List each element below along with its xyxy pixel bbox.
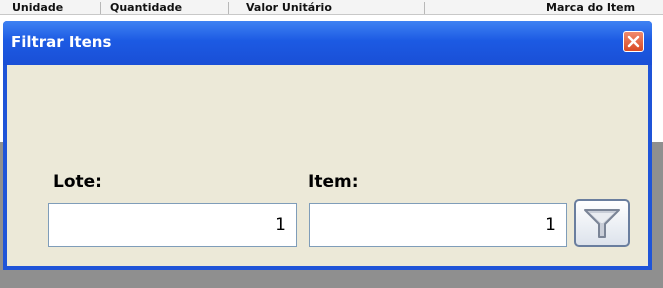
column-header-marca-do-item[interactable]: Marca do Item <box>540 2 663 14</box>
dialog-title: Filtrar Itens <box>11 33 112 51</box>
dialog-body: Lote: Item: 1 1 <box>7 65 648 266</box>
background-table-header: Unidade Quantidade Valor Unitário Marca … <box>0 0 663 15</box>
close-icon <box>627 35 640 48</box>
column-header-unidade[interactable]: Unidade <box>6 2 101 14</box>
filter-items-dialog: Filtrar Itens Lote: Item: 1 1 <box>3 21 652 270</box>
lote-input[interactable]: 1 <box>48 203 297 247</box>
funnel-icon <box>584 209 620 238</box>
lote-label: Lote: <box>53 172 102 192</box>
item-input[interactable]: 1 <box>309 203 567 247</box>
column-header-valor-unitario[interactable]: Valor Unitário <box>240 2 425 14</box>
column-header-quantidade[interactable]: Quantidade <box>104 2 229 14</box>
dialog-titlebar[interactable]: Filtrar Itens <box>3 21 652 65</box>
dialog-bottom-border <box>3 266 652 270</box>
filter-button[interactable] <box>574 199 630 247</box>
item-label: Item: <box>308 172 359 192</box>
close-button[interactable] <box>623 31 644 52</box>
